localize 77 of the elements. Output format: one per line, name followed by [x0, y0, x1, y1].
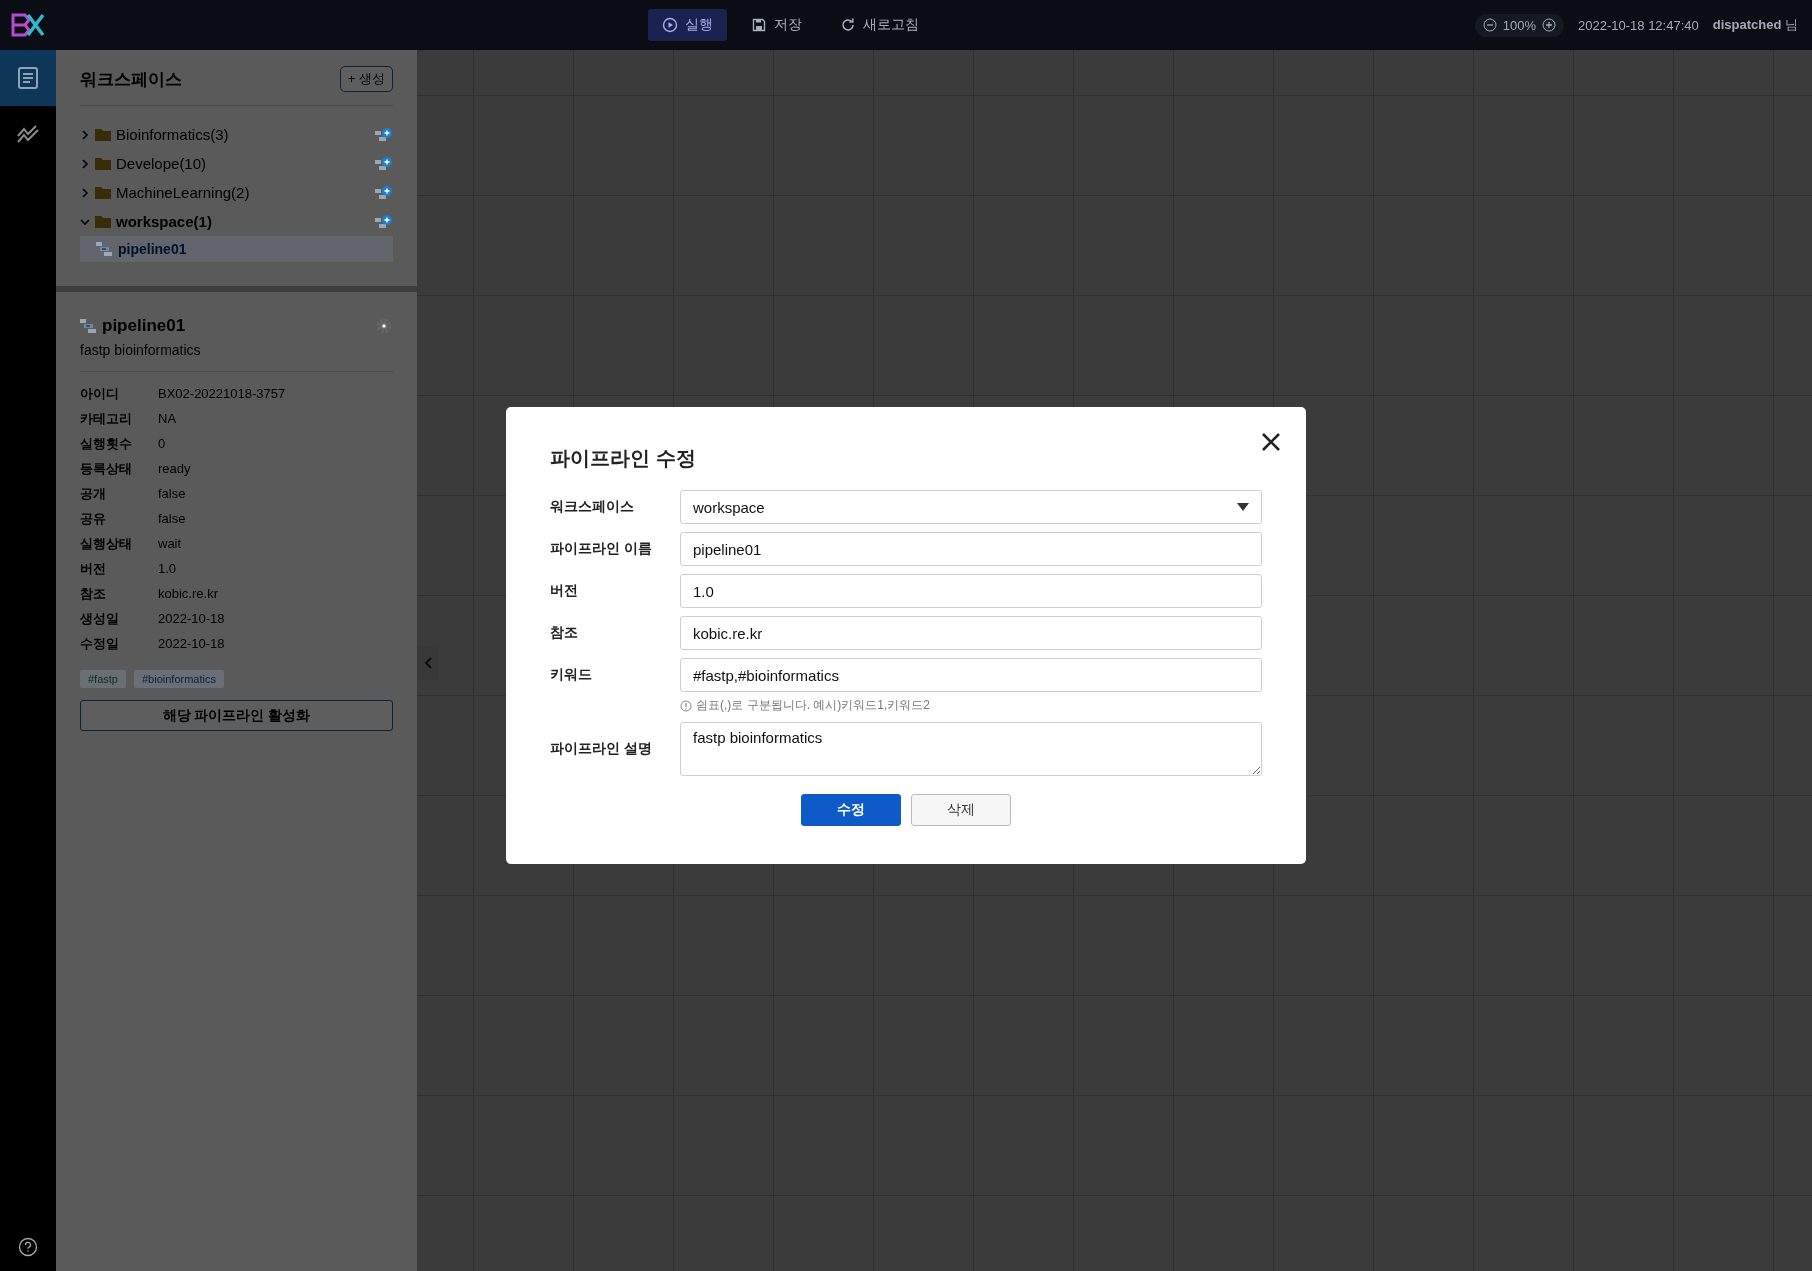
- field-label: 파이프라인 설명: [550, 740, 653, 758]
- detail-value: false: [158, 510, 187, 528]
- chart-line-icon: [16, 124, 40, 144]
- tag: #bioinformatics: [133, 670, 224, 688]
- close-button[interactable]: [1260, 431, 1282, 453]
- play-circle-icon: [661, 17, 678, 33]
- detail-label: 공개: [80, 485, 107, 503]
- detail-value: 0: [158, 435, 167, 453]
- detail-value: NA: [158, 410, 178, 428]
- detail-label: 아이디: [80, 385, 120, 403]
- field-label: 참조: [550, 624, 579, 642]
- zoom-in-icon[interactable]: [1542, 18, 1557, 32]
- caret-icon: [1237, 503, 1249, 511]
- info-icon: [680, 699, 692, 712]
- detail-label: 참조: [80, 585, 107, 603]
- add-pipeline-icon[interactable]: [375, 126, 393, 143]
- input-field[interactable]: #fastp,#bioinformatics: [680, 658, 1262, 692]
- rail-button[interactable]: [0, 50, 56, 106]
- detail-value: wait: [158, 535, 183, 553]
- detail-value: ready: [158, 460, 192, 478]
- tag: #fastp: [80, 670, 126, 688]
- field-label: 워크스페이스: [550, 498, 635, 516]
- timestamp: 2022-10-18 12:47:40: [1578, 17, 1699, 33]
- zoom-out-icon[interactable]: [1482, 18, 1497, 32]
- user-greeting: dispatched 님: [1712, 16, 1798, 34]
- detail-label: 등록상태: [80, 460, 133, 478]
- detail-label: 실행상태: [80, 535, 133, 553]
- delete-button[interactable]: 삭제: [911, 794, 1011, 826]
- detail-label: 생성일: [80, 610, 120, 628]
- dialog-title: 파이프라인 수정: [550, 446, 697, 471]
- pipeline-icon: [80, 319, 96, 333]
- toolbar-button[interactable]: 새로고침: [825, 9, 933, 41]
- pipeline-name: pipeline01: [102, 316, 187, 336]
- submit-button[interactable]: 수정: [801, 794, 901, 826]
- chevron-icon[interactable]: [80, 187, 90, 198]
- input-field[interactable]: 1.0: [680, 574, 1262, 608]
- workspace-select[interactable]: workspace: [680, 490, 1262, 524]
- add-pipeline-icon[interactable]: [375, 155, 393, 172]
- field-label: 버전: [550, 582, 579, 600]
- pipeline-description: fastp bioinformatics: [80, 342, 393, 372]
- chevron-left-icon: [424, 657, 432, 669]
- detail-value: 1.0: [158, 560, 178, 578]
- chevron-icon[interactable]: [80, 129, 90, 140]
- pipeline-icon: [96, 242, 112, 256]
- detail-value: kobic.re.kr: [158, 585, 219, 603]
- chevron-icon[interactable]: [80, 158, 90, 169]
- detail-label: 수정일: [80, 635, 120, 653]
- folder-icon: [95, 215, 111, 228]
- close-icon: [1260, 431, 1282, 453]
- detail-label: 카테고리: [80, 410, 133, 428]
- toolbar-button[interactable]: 저장: [736, 9, 816, 41]
- add-pipeline-icon[interactable]: [375, 213, 393, 230]
- add-pipeline-icon[interactable]: [375, 184, 393, 201]
- document-icon: [17, 66, 39, 90]
- detail-label: 버전: [80, 560, 107, 578]
- field-label: 키워드: [550, 666, 593, 684]
- detail-value: BX02-20221018-3757: [158, 385, 287, 403]
- sidebar-title: 워크스페이스: [80, 68, 182, 91]
- save-icon: [750, 17, 767, 33]
- description-field[interactable]: fastp bioinformatics: [680, 722, 1262, 776]
- refresh-icon: [839, 17, 856, 33]
- detail-value: 2022-10-18: [158, 635, 226, 653]
- chevron-icon[interactable]: [80, 216, 90, 227]
- detail-value: 2022-10-18: [158, 610, 226, 628]
- detail-label: 공유: [80, 510, 107, 528]
- input-field[interactable]: kobic.re.kr: [680, 616, 1262, 650]
- folder-icon: [95, 128, 111, 141]
- detail-value: false: [158, 485, 187, 503]
- field-label: 파이프라인 이름: [550, 540, 653, 558]
- folder-icon: [95, 186, 111, 199]
- detail-label: 실행횟수: [80, 435, 133, 453]
- help-icon[interactable]: [18, 1237, 38, 1257]
- input-field[interactable]: pipeline01: [680, 532, 1262, 566]
- toolbar-button[interactable]: 실행: [647, 9, 727, 41]
- zoom-level: 100%: [1502, 17, 1537, 33]
- hint-text: 쉼표(,)로 구분됩니다. 예시)키워드1,키워드2: [696, 697, 930, 714]
- folder-icon: [95, 157, 111, 170]
